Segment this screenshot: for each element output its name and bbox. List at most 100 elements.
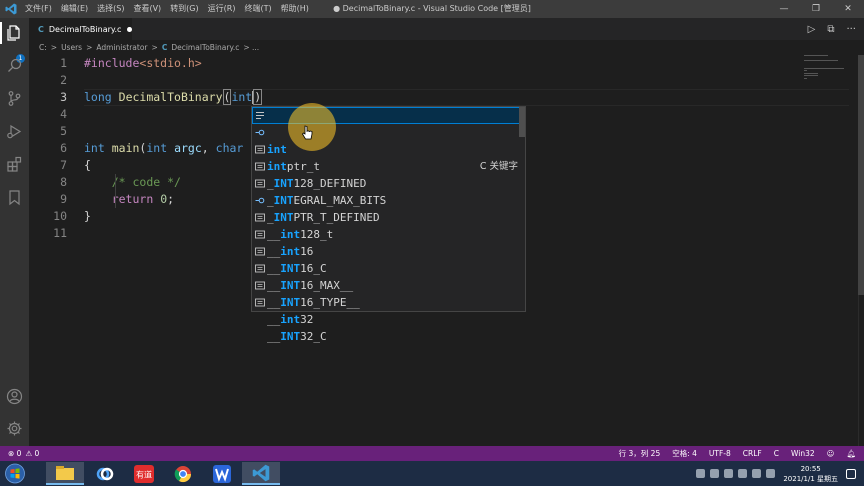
breadcrumb-drive[interactable]: C: <box>39 40 47 55</box>
menu-bar: 文件(F) 编辑(E) 选择(S) 查看(V) 转到(G) 运行(R) 终端(T… <box>25 0 318 18</box>
close-brace: } <box>84 209 91 223</box>
breadcrumb-file[interactable]: DecimalToBinary.c <box>171 40 239 55</box>
suggestion-item[interactable]: __INT16_TYPE__ <box>252 260 525 309</box>
tray-security-icon[interactable] <box>710 469 720 478</box>
suggestion-item[interactable]: __INT16_C <box>252 226 525 275</box>
tray-keyboard-icon[interactable] <box>696 469 706 478</box>
menu-edit[interactable]: 编辑(E) <box>61 0 88 18</box>
warnings-count[interactable]: ⚠ 0 <box>25 446 39 461</box>
function-name: DecimalToBinary <box>118 90 223 104</box>
restore-button[interactable]: ❐ <box>800 0 832 18</box>
language-mode[interactable]: C <box>774 446 779 461</box>
suggestion-item[interactable]: _INTEGRAL_MAX_BITS <box>252 158 525 207</box>
notifications-bell-icon[interactable]: 🔔︎ <box>846 446 856 461</box>
taskbar-clock[interactable]: 20:55 2021/1/1 星期五 <box>783 464 838 484</box>
explorer-icon[interactable] <box>6 24 23 41</box>
taskbar-netdisk[interactable] <box>86 462 124 485</box>
cursor-position[interactable]: 行 3，列 25 <box>619 446 661 461</box>
return-type: long <box>84 90 112 104</box>
active-view-indicator <box>0 22 2 44</box>
menu-run[interactable]: 运行(R) <box>208 0 236 18</box>
close-button[interactable]: ✕ <box>832 0 864 18</box>
split-editor-icon[interactable]: ⧉ <box>827 24 834 35</box>
suggestion-item[interactable]: _INT128_DEFINED <box>252 141 525 190</box>
file-explorer-icon <box>56 465 74 480</box>
tray-network-icon[interactable] <box>738 469 748 478</box>
c-file-icon: C <box>161 43 168 52</box>
tray-people-icon[interactable] <box>724 469 734 478</box>
open-brace: { <box>84 158 91 172</box>
windows-start-icon[interactable] <box>4 463 26 484</box>
line-number: 11 <box>53 226 67 240</box>
breadcrumb-symbols[interactable]: > ... <box>243 40 259 55</box>
more-actions-icon[interactable]: ··· <box>846 24 856 35</box>
constant-icon <box>255 162 265 171</box>
search-icon[interactable] <box>6 57 23 74</box>
svg-text:有道: 有道 <box>136 469 152 479</box>
status-bar: ⊗ 0 ⚠ 0 行 3，列 25 空格: 4 UTF-8 CRLF C Win3… <box>0 446 864 461</box>
end-of-line[interactable]: CRLF <box>743 446 762 461</box>
tab-decimaltobinary[interactable]: C DecimalToBinary.c <box>29 18 132 40</box>
taskbar-chrome[interactable] <box>164 462 202 485</box>
keyword-icon <box>256 112 264 119</box>
minimize-button[interactable]: — <box>768 0 800 18</box>
suggestion-item[interactable]: __INT32_C <box>252 294 525 343</box>
extensions-icon[interactable] <box>6 156 23 173</box>
scrollbar-thumb[interactable] <box>858 55 864 295</box>
return-keyword: return <box>111 192 154 206</box>
suggestion-item[interactable]: __int128_t <box>252 192 525 241</box>
tray-ime-icon[interactable] <box>766 469 776 478</box>
include-header: <stdio.h> <box>139 56 202 70</box>
menu-selection[interactable]: 选择(S) <box>97 0 124 18</box>
menu-terminal[interactable]: 终端(T) <box>244 0 271 18</box>
taskbar-youdao[interactable]: 有道 <box>125 462 163 485</box>
line-number: 10 <box>53 209 67 223</box>
mouse-pointer-icon <box>301 125 313 140</box>
param-name: argc <box>174 141 202 155</box>
taskbar-explorer[interactable] <box>46 462 84 485</box>
menu-go[interactable]: 转到(G) <box>170 0 198 18</box>
constant-icon <box>255 298 265 307</box>
run-debug-icon[interactable] <box>6 123 23 140</box>
menu-file[interactable]: 文件(F) <box>25 0 52 18</box>
suggestion-item[interactable]: __int16 <box>252 209 525 258</box>
line-number: 3 <box>60 90 67 104</box>
encoding[interactable]: UTF-8 <box>709 446 731 461</box>
source-control-icon[interactable] <box>6 90 23 107</box>
suggestion-item[interactable]: __INT16_MAX__ <box>252 243 525 292</box>
code-line: 2 <box>29 72 849 89</box>
bookmarks-icon[interactable] <box>6 189 23 206</box>
code-line-current: 3 long DecimalToBinary(int) <box>29 89 849 106</box>
taskbar-wps[interactable] <box>203 462 241 485</box>
suggestion-item[interactable]: __int32 <box>252 277 525 326</box>
suggestion-item[interactable]: _INTPTR_T_DEFINED <box>252 175 525 224</box>
tray-volume-icon[interactable] <box>752 469 762 478</box>
code-comment: /* code */ <box>111 175 181 189</box>
errors-count[interactable]: ⊗ 0 <box>8 446 21 461</box>
vertical-scrollbar[interactable] <box>858 55 864 446</box>
platform-config[interactable]: Win32 <box>791 446 815 461</box>
run-file-icon[interactable]: ▷ <box>808 24 816 35</box>
action-center-icon[interactable] <box>846 468 856 479</box>
activity-bar: 1 <box>0 18 29 446</box>
title-bar: ● DecimalToBinary.c - Visual Studio Code… <box>0 0 864 18</box>
indentation[interactable]: 空格: 4 <box>672 446 697 461</box>
settings-gear-icon[interactable] <box>6 420 23 437</box>
feedback-icon[interactable]: ☺ <box>827 446 835 461</box>
function-name: main <box>111 141 140 155</box>
breadcrumb-administrator[interactable]: Administrator <box>96 40 147 55</box>
breadcrumb-users[interactable]: Users <box>61 40 82 55</box>
suggestion-scrollbar[interactable] <box>519 107 525 137</box>
code-line: 1 #include<stdio.h> <box>29 55 849 72</box>
taskbar-vscode[interactable] <box>242 462 280 485</box>
close-paren: ) <box>253 89 263 105</box>
menu-help[interactable]: 帮助(H) <box>281 0 309 18</box>
menu-view[interactable]: 查看(V) <box>133 0 161 18</box>
unsaved-dot-icon[interactable] <box>127 26 132 32</box>
minimap[interactable] <box>804 55 854 85</box>
constant-icon <box>255 230 265 239</box>
constant-icon <box>255 179 265 188</box>
constant-icon <box>255 213 265 222</box>
clock-time: 20:55 <box>800 464 821 473</box>
account-icon[interactable] <box>6 388 23 405</box>
